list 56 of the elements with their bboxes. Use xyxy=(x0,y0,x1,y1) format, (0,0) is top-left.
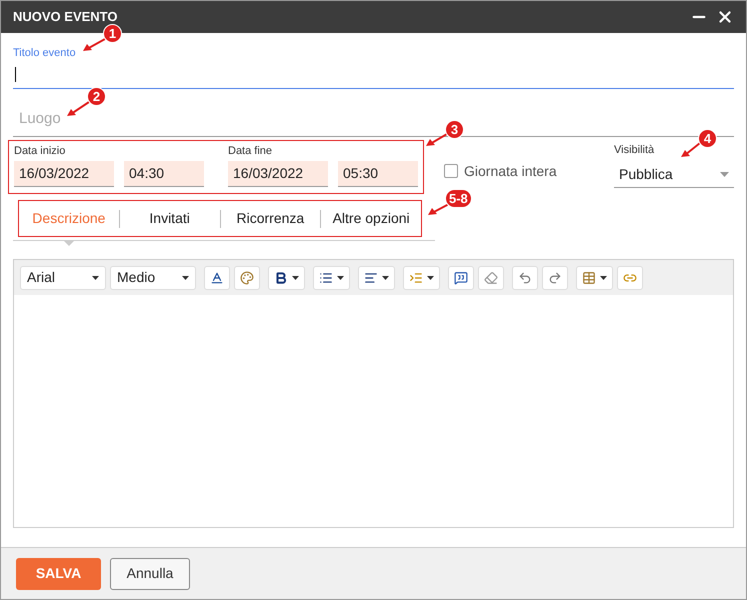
caret-icon xyxy=(600,276,607,280)
size-select[interactable]: Medio xyxy=(110,266,196,290)
date-field[interactable]: 16/03/2022 xyxy=(228,161,328,187)
field-label: Visibilità xyxy=(614,142,654,158)
caret-icon xyxy=(382,276,389,280)
field-label: Data fine xyxy=(228,144,274,158)
redo-button[interactable] xyxy=(542,266,568,290)
annotation-badge: 3 xyxy=(445,120,464,139)
quote-button[interactable] xyxy=(448,266,474,290)
highlight-button[interactable] xyxy=(234,266,260,290)
bold-button[interactable] xyxy=(268,266,305,290)
time-field[interactable]: 05:30 xyxy=(338,161,418,187)
cancel-button[interactable]: Annulla xyxy=(110,558,190,590)
indent-button[interactable] xyxy=(403,266,440,290)
caret-icon xyxy=(720,172,729,177)
tab[interactable]: Invitati xyxy=(120,208,220,229)
eraser-button[interactable] xyxy=(478,266,504,290)
visibility-select[interactable]: Pubblica xyxy=(614,162,734,188)
annotation-badge: 2 xyxy=(87,87,106,106)
align-button[interactable] xyxy=(358,266,395,290)
table-button[interactable] xyxy=(576,266,613,290)
undo-button[interactable] xyxy=(512,266,538,290)
caret-icon xyxy=(92,276,99,280)
caret-icon xyxy=(427,276,434,280)
placeholder-text: Luogo xyxy=(18,109,62,129)
text-cursor xyxy=(15,67,16,82)
time-field[interactable]: 04:30 xyxy=(124,161,204,187)
list-icon xyxy=(319,270,333,284)
caret-icon xyxy=(337,276,344,280)
bold-icon xyxy=(274,270,288,284)
text-color-button[interactable] xyxy=(204,266,230,290)
annotation-badge: 4 xyxy=(698,129,717,148)
date-field[interactable]: 16/03/2022 xyxy=(14,161,114,187)
font-select[interactable]: Arial xyxy=(20,266,106,290)
tab[interactable]: Altre opzioni xyxy=(321,208,421,229)
list-button[interactable] xyxy=(313,266,350,290)
annotation-badge: 5-8 xyxy=(445,189,472,208)
tab[interactable]: Ricorrenza xyxy=(220,208,320,229)
title-field[interactable]: Titolo evento xyxy=(13,45,734,88)
rich-text-editor[interactable]: Arial Medio xyxy=(13,259,734,528)
caret-icon xyxy=(182,276,189,280)
highlight-icon xyxy=(240,270,254,284)
window-title: NUOVO EVENTO xyxy=(13,8,118,26)
all-day-checkbox[interactable]: Giornata intera xyxy=(444,160,557,182)
redo-icon xyxy=(548,270,562,284)
field-label: Titolo evento xyxy=(13,46,77,61)
link-button[interactable] xyxy=(617,266,643,290)
eraser-icon xyxy=(484,270,498,284)
undo-icon xyxy=(518,270,532,284)
indent-icon xyxy=(409,270,423,284)
align-icon xyxy=(364,270,378,284)
quote-icon xyxy=(454,270,468,284)
field-label: Data inizio xyxy=(14,144,66,158)
caret-icon xyxy=(292,276,299,280)
table-icon xyxy=(582,270,596,284)
text-color-icon xyxy=(210,270,224,284)
